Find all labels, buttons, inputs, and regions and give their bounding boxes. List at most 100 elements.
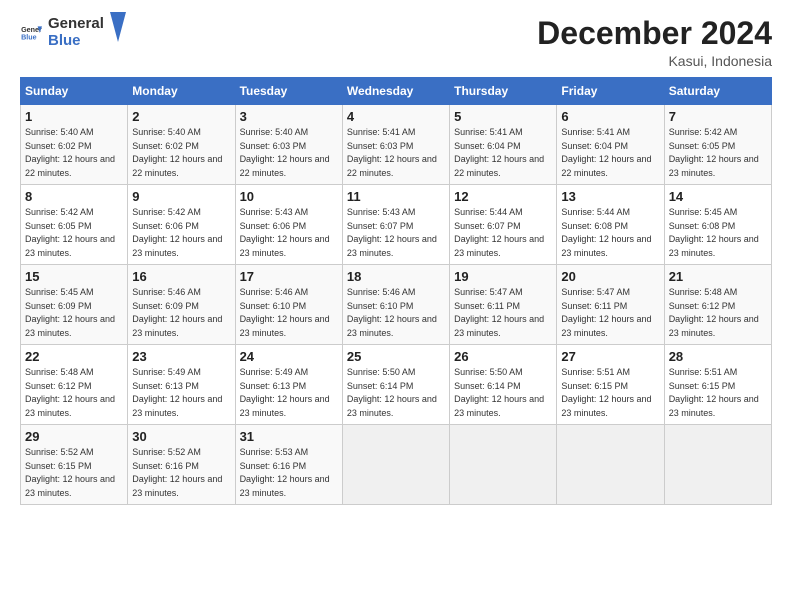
- calendar-cell: 15Sunrise: 5:45 AMSunset: 6:09 PMDayligh…: [21, 265, 128, 345]
- page-container: General Blue General Blue December 2024 …: [0, 0, 792, 517]
- calendar-cell: 25 Sunrise: 5:50 AMSunset: 6:14 PMDayligh…: [342, 345, 449, 425]
- calendar-cell: 8 Sunrise: 5:42 AMSunset: 6:05 PMDaylight…: [21, 185, 128, 265]
- calendar-cell: 27 Sunrise: 5:51 AMSunset: 6:15 PMDayligh…: [557, 345, 664, 425]
- day-info: Sunrise: 5:46 AMSunset: 6:09 PMDaylight:…: [132, 286, 230, 340]
- logo-text-general: General: [48, 16, 104, 33]
- calendar-week-row: 29 Sunrise: 5:52 AMSunset: 6:15 PMDayligh…: [21, 425, 772, 505]
- calendar-cell: 2 Sunrise: 5:40 AMSunset: 6:02 PMDaylight…: [128, 105, 235, 185]
- calendar-cell: 22 Sunrise: 5:48 AMSunset: 6:12 PMDayligh…: [21, 345, 128, 425]
- calendar-cell: 4 Sunrise: 5:41 AMSunset: 6:03 PMDaylight…: [342, 105, 449, 185]
- day-number: 29: [25, 429, 123, 444]
- day-number: 3: [240, 109, 338, 124]
- calendar-cell: 7 Sunrise: 5:42 AMSunset: 6:05 PMDaylight…: [664, 105, 771, 185]
- day-number: 9: [132, 189, 230, 204]
- day-info: Sunrise: 5:49 AMSunset: 6:13 PMDaylight:…: [240, 366, 338, 420]
- col-thursday: Thursday: [450, 78, 557, 105]
- calendar-cell: 10Sunrise: 5:43 AMSunset: 6:06 PMDayligh…: [235, 185, 342, 265]
- day-info: Sunrise: 5:40 AMSunset: 6:03 PMDaylight:…: [240, 126, 338, 180]
- calendar-cell: [342, 425, 449, 505]
- day-number: 11: [347, 189, 445, 204]
- day-number: 8: [25, 189, 123, 204]
- day-number: 26: [454, 349, 552, 364]
- calendar-cell: 20Sunrise: 5:47 AMSunset: 6:11 PMDayligh…: [557, 265, 664, 345]
- calendar-cell: 3 Sunrise: 5:40 AMSunset: 6:03 PMDaylight…: [235, 105, 342, 185]
- day-number: 7: [669, 109, 767, 124]
- col-saturday: Saturday: [664, 78, 771, 105]
- calendar-header-row: Sunday Monday Tuesday Wednesday Thursday…: [21, 78, 772, 105]
- day-number: 2: [132, 109, 230, 124]
- day-info: Sunrise: 5:52 AMSunset: 6:16 PMDaylight:…: [132, 446, 230, 500]
- day-number: 22: [25, 349, 123, 364]
- day-info: Sunrise: 5:41 AMSunset: 6:04 PMDaylight:…: [561, 126, 659, 180]
- calendar-cell: 23 Sunrise: 5:49 AMSunset: 6:13 PMDayligh…: [128, 345, 235, 425]
- col-monday: Monday: [128, 78, 235, 105]
- calendar-week-row: 15Sunrise: 5:45 AMSunset: 6:09 PMDayligh…: [21, 265, 772, 345]
- day-number: 16: [132, 269, 230, 284]
- day-info: Sunrise: 5:41 AMSunset: 6:03 PMDaylight:…: [347, 126, 445, 180]
- svg-text:Blue: Blue: [21, 33, 37, 41]
- day-info: Sunrise: 5:48 AMSunset: 6:12 PMDaylight:…: [669, 286, 767, 340]
- day-number: 27: [561, 349, 659, 364]
- calendar-cell: 26Sunrise: 5:50 AMSunset: 6:14 PMDayligh…: [450, 345, 557, 425]
- calendar-cell: [557, 425, 664, 505]
- day-info: Sunrise: 5:42 AMSunset: 6:05 PMDaylight:…: [25, 206, 123, 260]
- day-info: Sunrise: 5:41 AMSunset: 6:04 PMDaylight:…: [454, 126, 552, 180]
- calendar-cell: 17Sunrise: 5:46 AMSunset: 6:10 PMDayligh…: [235, 265, 342, 345]
- calendar-week-row: 1 Sunrise: 5:40 AMSunset: 6:02 PMDaylight…: [21, 105, 772, 185]
- day-number: 13: [561, 189, 659, 204]
- day-info: Sunrise: 5:47 AMSunset: 6:11 PMDaylight:…: [454, 286, 552, 340]
- day-info: Sunrise: 5:46 AMSunset: 6:10 PMDaylight:…: [240, 286, 338, 340]
- calendar-cell: [450, 425, 557, 505]
- day-number: 23: [132, 349, 230, 364]
- calendar-cell: 12 Sunrise: 5:44 AMSunset: 6:07 PMDayligh…: [450, 185, 557, 265]
- logo-text-blue: Blue: [48, 33, 104, 50]
- day-number: 4: [347, 109, 445, 124]
- day-number: 12: [454, 189, 552, 204]
- day-info: Sunrise: 5:49 AMSunset: 6:13 PMDaylight:…: [132, 366, 230, 420]
- day-info: Sunrise: 5:43 AMSunset: 6:07 PMDaylight:…: [347, 206, 445, 260]
- day-number: 30: [132, 429, 230, 444]
- calendar-cell: 24Sunrise: 5:49 AMSunset: 6:13 PMDayligh…: [235, 345, 342, 425]
- day-info: Sunrise: 5:50 AMSunset: 6:14 PMDaylight:…: [347, 366, 445, 420]
- col-wednesday: Wednesday: [342, 78, 449, 105]
- calendar-cell: 5 Sunrise: 5:41 AMSunset: 6:04 PMDaylight…: [450, 105, 557, 185]
- calendar-cell: 14Sunrise: 5:45 AMSunset: 6:08 PMDayligh…: [664, 185, 771, 265]
- calendar-cell: 13 Sunrise: 5:44 AMSunset: 6:08 PMDayligh…: [557, 185, 664, 265]
- day-info: Sunrise: 5:40 AMSunset: 6:02 PMDaylight:…: [132, 126, 230, 180]
- logo-chevron-icon: [110, 12, 126, 42]
- day-number: 31: [240, 429, 338, 444]
- calendar-cell: 16 Sunrise: 5:46 AMSunset: 6:09 PMDayligh…: [128, 265, 235, 345]
- day-number: 18: [347, 269, 445, 284]
- day-info: Sunrise: 5:44 AMSunset: 6:08 PMDaylight:…: [561, 206, 659, 260]
- day-info: Sunrise: 5:48 AMSunset: 6:12 PMDaylight:…: [25, 366, 123, 420]
- day-info: Sunrise: 5:42 AMSunset: 6:06 PMDaylight:…: [132, 206, 230, 260]
- day-info: Sunrise: 5:40 AMSunset: 6:02 PMDaylight:…: [25, 126, 123, 180]
- day-info: Sunrise: 5:51 AMSunset: 6:15 PMDaylight:…: [561, 366, 659, 420]
- day-info: Sunrise: 5:51 AMSunset: 6:15 PMDaylight:…: [669, 366, 767, 420]
- col-tuesday: Tuesday: [235, 78, 342, 105]
- calendar-week-row: 8 Sunrise: 5:42 AMSunset: 6:05 PMDaylight…: [21, 185, 772, 265]
- calendar-cell: [664, 425, 771, 505]
- day-info: Sunrise: 5:44 AMSunset: 6:07 PMDaylight:…: [454, 206, 552, 260]
- calendar-cell: 1 Sunrise: 5:40 AMSunset: 6:02 PMDaylight…: [21, 105, 128, 185]
- day-info: Sunrise: 5:52 AMSunset: 6:15 PMDaylight:…: [25, 446, 123, 500]
- calendar-subtitle: Kasui, Indonesia: [537, 53, 772, 69]
- day-number: 1: [25, 109, 123, 124]
- day-number: 20: [561, 269, 659, 284]
- calendar-cell: 30 Sunrise: 5:52 AMSunset: 6:16 PMDayligh…: [128, 425, 235, 505]
- calendar-table: Sunday Monday Tuesday Wednesday Thursday…: [20, 77, 772, 505]
- calendar-cell: 6 Sunrise: 5:41 AMSunset: 6:04 PMDaylight…: [557, 105, 664, 185]
- day-info: Sunrise: 5:42 AMSunset: 6:05 PMDaylight:…: [669, 126, 767, 180]
- title-block: December 2024 Kasui, Indonesia: [537, 16, 772, 69]
- calendar-cell: 21Sunrise: 5:48 AMSunset: 6:12 PMDayligh…: [664, 265, 771, 345]
- day-info: Sunrise: 5:43 AMSunset: 6:06 PMDaylight:…: [240, 206, 338, 260]
- day-number: 25: [347, 349, 445, 364]
- day-number: 6: [561, 109, 659, 124]
- day-number: 5: [454, 109, 552, 124]
- day-info: Sunrise: 5:45 AMSunset: 6:08 PMDaylight:…: [669, 206, 767, 260]
- day-number: 19: [454, 269, 552, 284]
- calendar-week-row: 22 Sunrise: 5:48 AMSunset: 6:12 PMDayligh…: [21, 345, 772, 425]
- calendar-title: December 2024: [537, 16, 772, 51]
- calendar-cell: 18Sunrise: 5:46 AMSunset: 6:10 PMDayligh…: [342, 265, 449, 345]
- calendar-cell: 11 Sunrise: 5:43 AMSunset: 6:07 PMDayligh…: [342, 185, 449, 265]
